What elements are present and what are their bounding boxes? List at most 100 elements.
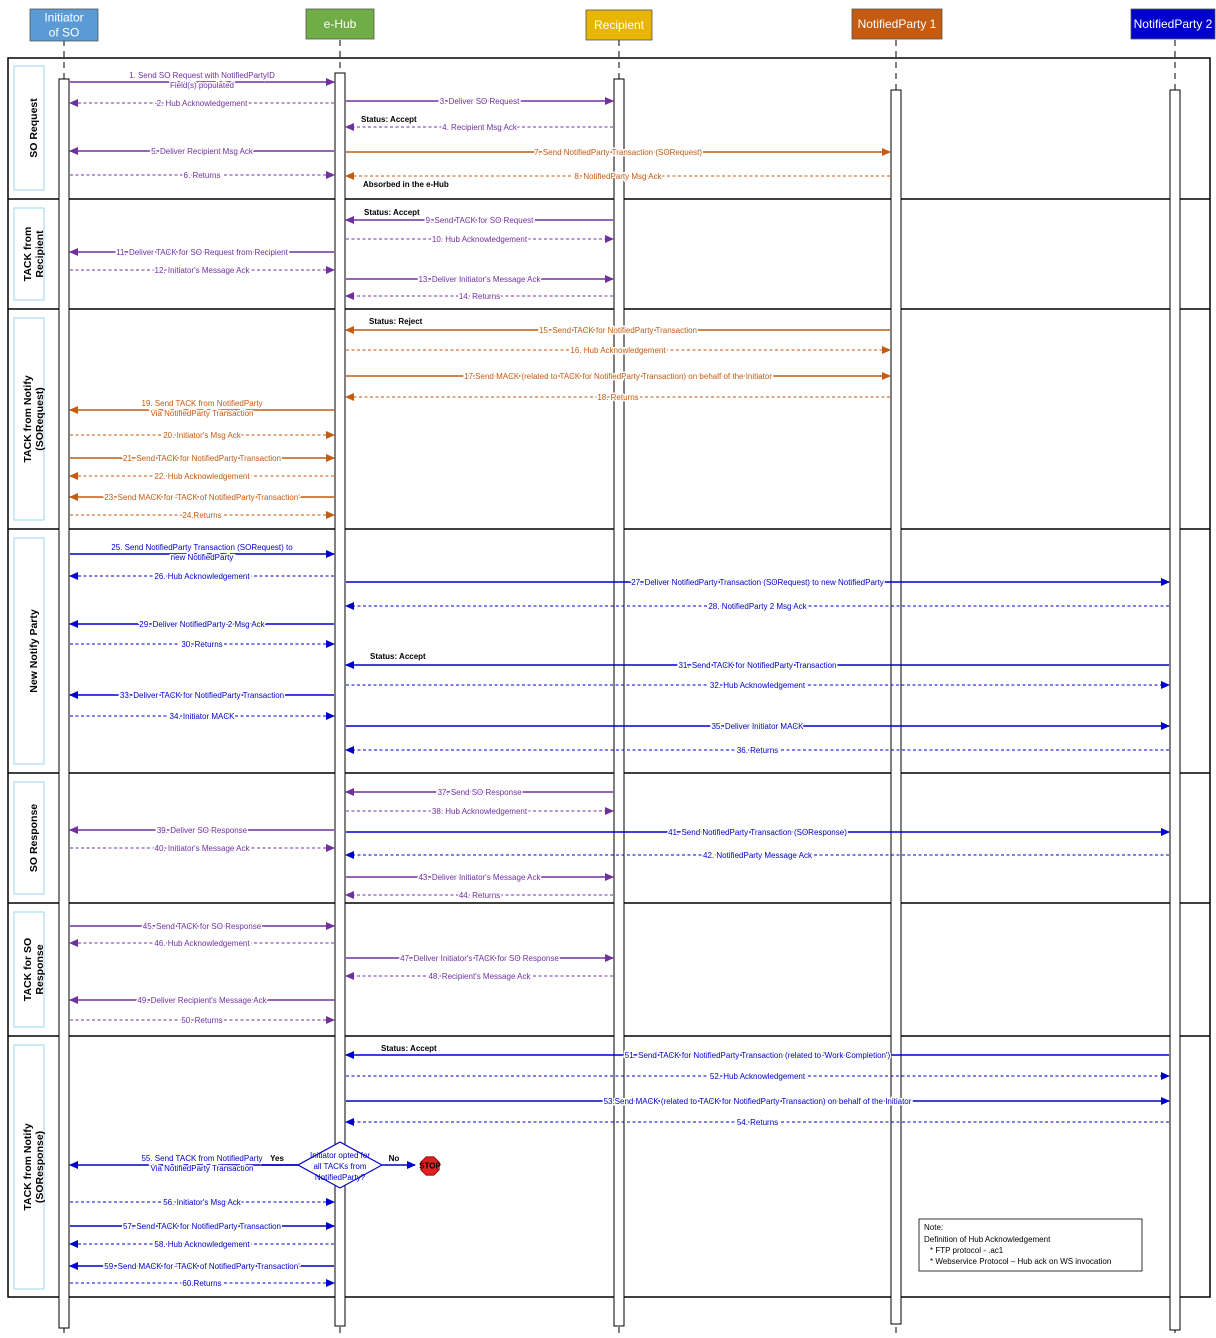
message-label: 30. Returns <box>181 640 222 649</box>
message-label: 33. Deliver TACK for NotifiedParty Trans… <box>120 691 284 700</box>
message-label: 24.Returns <box>182 511 221 520</box>
message-label: 40. Initiator's Message Ack <box>155 844 251 853</box>
message-label: 49. Deliver Recipient's Message Ack <box>137 996 267 1005</box>
section-label: TACK from Recipient <box>22 227 46 282</box>
message-label: 19. Send TACK from NotifiedParty <box>141 399 262 408</box>
message-label: 41. Send NotifiedParty Transaction (SORe… <box>668 828 847 837</box>
section-label-text: TACK for SO <box>22 938 34 1001</box>
participant-label: NotifiedParty 1 <box>858 17 937 31</box>
decision-layer: Initiator opted for all TACKs from Notifie… <box>262 1141 441 1189</box>
message-label: 25. Send NotifiedParty Transaction (SORe… <box>111 543 293 552</box>
note-text: * Webservice Protocol – Hub ack on WS in… <box>930 1257 1111 1266</box>
message-label: 39. Deliver SO Response <box>157 826 248 835</box>
message-label: 37. Send SO Response <box>437 788 522 797</box>
status-annotation: Status: Accept <box>381 1044 437 1053</box>
participants-layer: Initiatorof SO e-Hub Recipient NotifiedPart… <box>29 8 1216 42</box>
section-label-text: (SOResponse) <box>34 1131 46 1203</box>
section-label-text: Response <box>34 944 46 994</box>
message-label: 42. NotifiedParty Message Ack <box>703 851 813 860</box>
message-label: 59. Send MACK for 'TACK of NotifiedParty… <box>104 1262 300 1271</box>
message-label: 28. NotifiedParty 2 Msg Ack <box>708 602 807 611</box>
message-label: 11. Deliver TACK for SO Request from Rec… <box>116 248 288 257</box>
message-label: 26. Hub Acknowledgement <box>154 572 250 581</box>
message-label: Via NotifiedParty Transaction <box>150 409 253 418</box>
activation-bar-np1 <box>890 89 902 1325</box>
section-label-text: TACK from <box>22 227 34 282</box>
message-label: 16. Hub Acknowledgement <box>570 346 666 355</box>
message-label: 57. Send TACK for NotifiedParty Transact… <box>123 1222 281 1231</box>
decision-text: Initiator opted for <box>310 1151 370 1160</box>
note-text: * FTP protocol - .ac1 <box>930 1246 1004 1255</box>
message-label: 12. Initiator's Message Ack <box>155 266 251 275</box>
message-label: 58. Hub Acknowledgement <box>154 1240 250 1249</box>
message-label: 1. Send SO Request with NotifiedPartyID <box>129 71 275 80</box>
message-label: 20. Initiator's Msg Ack <box>163 431 242 440</box>
section-label: TACK for SO Response <box>22 938 46 1001</box>
section-label-text: Recipient <box>34 230 46 278</box>
section-label-text: (SORequest) <box>34 387 46 451</box>
message-label: 32. Hub Acknowledgement <box>710 681 806 690</box>
annotations-layer: Status: Accept Absorbed in the e-Hub Statu… <box>361 115 449 1053</box>
activation-bar-recipient <box>613 78 625 1327</box>
status-annotation: Status: Accept <box>370 652 426 661</box>
section-label: SO Response <box>28 804 40 872</box>
section-label: TACK from Notify (SORequest) <box>22 375 46 462</box>
stop-sign-label: STOP <box>419 1162 441 1171</box>
participant-label: of SO <box>49 26 80 40</box>
message-label: 2. Hub Acknowledgement <box>157 99 249 108</box>
activation-bar-ehub <box>334 72 346 1327</box>
message-label: 9. Send TACK for SO Request <box>426 216 535 225</box>
message-label: 13. Deliver Initiator's Message Ack <box>418 275 541 284</box>
message-label: 36. Returns <box>737 746 778 755</box>
message-label: 21. Send TACK for NotifiedParty Transact… <box>123 454 281 463</box>
message-label: 23. Send MACK for 'TACK of NotifiedParty… <box>104 493 300 502</box>
message-label: 8. NotifiedParty Msg Ack <box>574 172 662 181</box>
message-label: 10. Hub Acknowledgement <box>432 235 528 244</box>
message-label: 43. Deliver Initiator's Message Ack <box>418 873 541 882</box>
message-label: 53.Send MACK (related to TACK for Notifi… <box>604 1097 912 1106</box>
section-label-text: TACK from Notify <box>22 375 34 462</box>
message-label: 35. Deliver Initiator MACK <box>711 722 804 731</box>
section-label-text: TACK from Notify <box>22 1123 34 1210</box>
lifelines-layer <box>58 40 1181 1338</box>
message-label: 14. Returns <box>459 292 500 301</box>
participant-label: e-Hub <box>324 17 357 31</box>
message-label: Via NotifiedParty Transaction <box>150 1164 253 1173</box>
message-label: 15. Send TACK for NotifiedParty Transact… <box>539 326 697 335</box>
message-label: 5. Deliver Recipient Msg Ack <box>151 147 254 156</box>
note-text: Note: <box>924 1223 943 1232</box>
diagram-frame <box>7 57 1211 1298</box>
section-label-text: New Notify Party <box>28 609 40 693</box>
decision-yes-label: Yes <box>270 1154 284 1163</box>
status-annotation: Status: Accept <box>364 208 420 217</box>
message-label: 18. Returns <box>597 393 638 402</box>
status-annotation: Absorbed in the e-Hub <box>363 180 449 189</box>
section-label: SO Request <box>28 98 40 158</box>
message-label: 50. Returns <box>181 1016 222 1025</box>
section-label: New Notify Party <box>28 609 40 693</box>
message-label: new NotifiedParty <box>171 553 234 562</box>
message-label: 54. Returns <box>737 1118 778 1127</box>
status-annotation: Status: Accept <box>361 115 417 124</box>
participant-label: Recipient <box>594 18 645 32</box>
message-label: Field(s) populated <box>170 81 234 90</box>
message-label: 51. Send TACK for NotifiedParty Transact… <box>625 1051 891 1060</box>
message-label: 44. Returns <box>459 891 500 900</box>
note-layer: Note: Definition of Hub Acknowledgement * … <box>918 1218 1143 1272</box>
message-label: 7. Send NotifiedParty Transaction (SOReq… <box>534 148 702 157</box>
activation-bar-np2 <box>1169 89 1181 1331</box>
message-label: 47. Deliver Initiator's TACK for SO Resp… <box>400 954 559 963</box>
section-label-text: SO Request <box>28 98 40 158</box>
message-label: 17.Send MACK (related to TACK for Notifi… <box>464 372 772 381</box>
decision-text: NotifiedParty? <box>315 1173 366 1182</box>
message-label: 31. Send TACK for NotifiedParty Transact… <box>678 661 836 670</box>
status-annotation: Status: Reject <box>369 317 423 326</box>
decision-no-label: No <box>389 1154 400 1163</box>
message-label: 60.Returns <box>182 1279 221 1288</box>
participant-label: NotifiedParty 2 <box>1134 17 1213 31</box>
message-label: 55. Send TACK from NotifiedParty <box>141 1154 262 1163</box>
message-label: 38. Hub Acknowledgement <box>432 807 528 816</box>
section-label-text: SO Response <box>28 804 40 872</box>
sequence-diagram: SO RequestTACK from RecipientTACK from No… <box>7 8 1216 1338</box>
message-label: 52. Hub Acknowledgement <box>710 1072 806 1081</box>
